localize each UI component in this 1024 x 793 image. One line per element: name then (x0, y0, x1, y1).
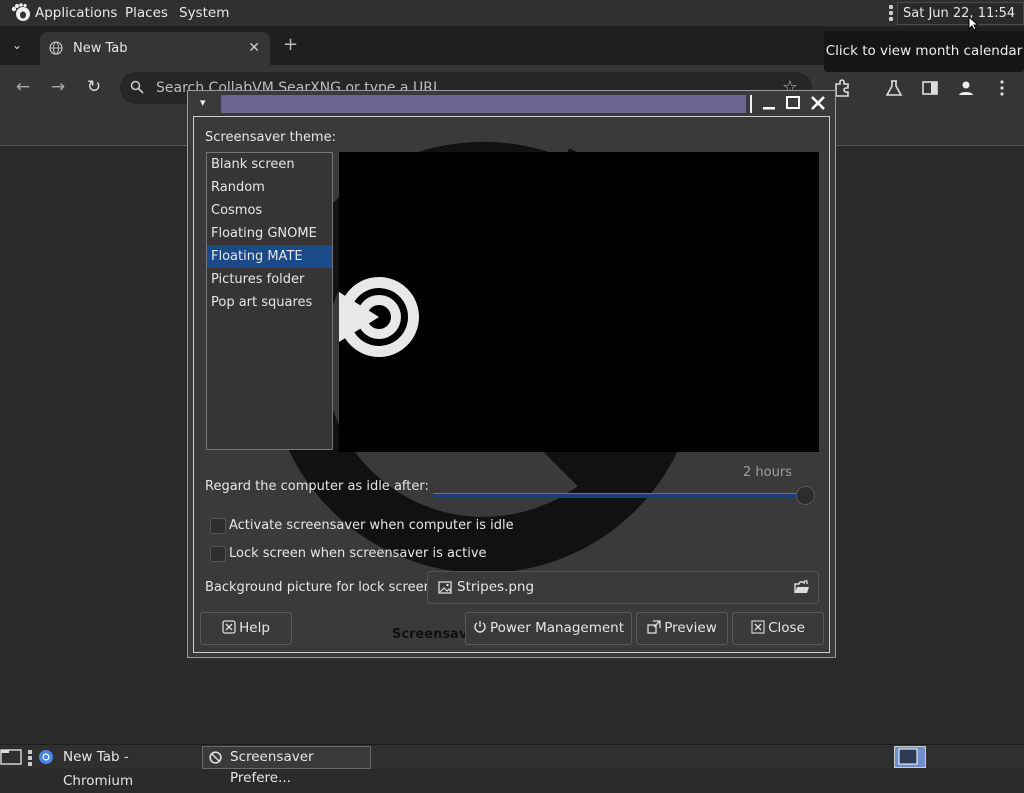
theme-item-blank-screen[interactable]: Blank screen (207, 153, 332, 176)
idle-slider-handle[interactable] (796, 486, 815, 505)
taskbar-label-screensaver: Screensaver Prefere... (230, 749, 314, 786)
theme-item-pop-art-squares[interactable]: Pop art squares (207, 291, 332, 314)
forward-button[interactable]: → (47, 77, 69, 97)
activate-label[interactable]: Activate screensaver when computer is id… (229, 518, 514, 533)
window-menu-icon[interactable]: ▾ (200, 96, 206, 109)
theme-list[interactable]: Blank screen Random Cosmos Floating GNOM… (206, 152, 333, 450)
chromium-icon (39, 750, 53, 764)
tab-label: New Tab (73, 41, 128, 56)
close-window-icon[interactable] (809, 93, 827, 113)
power-management-button[interactable]: Power Management (465, 612, 632, 645)
theme-item-random[interactable]: Random (207, 176, 332, 199)
workspace-switcher-icon[interactable] (894, 746, 926, 768)
clock-tooltip: Click to view month calendar (824, 31, 1024, 72)
minimize-icon[interactable] (760, 93, 778, 113)
theme-item-floating-gnome[interactable]: Floating GNOME (207, 222, 332, 245)
mate-logo-icon (339, 277, 419, 357)
search-icon (130, 80, 144, 94)
taskbar-handle-icon[interactable] (28, 750, 32, 766)
power-icon (474, 621, 486, 633)
maximize-icon[interactable] (784, 93, 802, 113)
reload-button[interactable]: ↻ (83, 77, 105, 97)
theme-item-pictures-folder[interactable]: Pictures folder (207, 268, 332, 291)
open-file-icon[interactable] (793, 579, 810, 595)
tab-close-icon[interactable]: ✕ (248, 32, 260, 65)
preview-button-label: Preview (664, 620, 717, 636)
close-icon (751, 620, 765, 634)
preview-icon (647, 620, 661, 634)
preview-button[interactable]: Preview (636, 612, 728, 645)
close-button-label: Close (768, 620, 805, 636)
idle-label: Regard the computer as idle after: (205, 479, 429, 494)
theme-preview (339, 152, 819, 452)
places-menu[interactable]: Places (125, 0, 168, 26)
top-panel: Applications Places System Sat Jun 22, 1… (0, 0, 1024, 42)
tab-search-icon[interactable]: ⌄ (12, 35, 28, 55)
taskbar-item-screensaver[interactable]: Screensaver Prefere... (202, 746, 371, 786)
power-management-label: Power Management (489, 620, 625, 636)
profile-icon[interactable] (956, 78, 976, 98)
taskbar-item-chromium[interactable]: New Tab - Chromium (38, 745, 198, 789)
globe-icon (49, 41, 63, 55)
screensaver-task-icon (209, 751, 222, 764)
idle-value-label: 2 hours (743, 465, 792, 480)
gnome-foot-icon[interactable] (10, 3, 32, 23)
panel-handle-icon[interactable] (889, 5, 893, 21)
background-label: Background picture for lock screen: (205, 580, 437, 595)
clock-applet[interactable]: Sat Jun 22, 11:54 AM (897, 2, 1024, 42)
idle-slider[interactable] (433, 493, 803, 498)
screensaver-dialog: ▾ Screensaver Preferences Screensaver th… (187, 90, 836, 658)
lock-label[interactable]: Lock screen when screensaver is active (229, 546, 487, 561)
show-desktop-icon[interactable] (0, 748, 22, 766)
theme-label: Screensaver theme: (205, 130, 336, 145)
image-file-icon (438, 581, 452, 594)
dialog-titlebar[interactable]: ▾ Screensaver Preferences (188, 91, 835, 642)
theme-item-cosmos[interactable]: Cosmos (207, 199, 332, 222)
applications-menu[interactable]: Applications (35, 0, 117, 26)
browser-menu-icon[interactable] (992, 78, 1012, 98)
taskbar-label-chromium: New Tab - Chromium (63, 749, 134, 789)
system-menu[interactable]: System (179, 0, 229, 26)
back-button[interactable]: ← (12, 77, 34, 97)
activate-checkbox[interactable] (210, 518, 226, 534)
new-tab-button[interactable]: + (283, 34, 298, 55)
background-file-chooser[interactable]: Stripes.png (427, 571, 819, 604)
background-filename: Stripes.png (457, 579, 535, 595)
lock-checkbox[interactable] (210, 546, 226, 562)
help-icon (222, 620, 236, 634)
titlebar-divider (750, 95, 752, 113)
labs-flask-icon[interactable] (884, 78, 904, 98)
mouse-cursor-icon (968, 16, 978, 31)
theme-item-floating-mate[interactable]: Floating MATE (207, 245, 332, 268)
side-panel-icon[interactable] (920, 78, 940, 98)
close-button[interactable]: Close (732, 612, 824, 645)
help-button[interactable]: Help (200, 612, 292, 645)
tab-new-tab[interactable]: New Tab ✕ (40, 32, 270, 65)
bottom-panel: New Tab - Chromium Screensaver Prefere..… (0, 744, 1024, 789)
help-button-label: Help (239, 620, 270, 636)
